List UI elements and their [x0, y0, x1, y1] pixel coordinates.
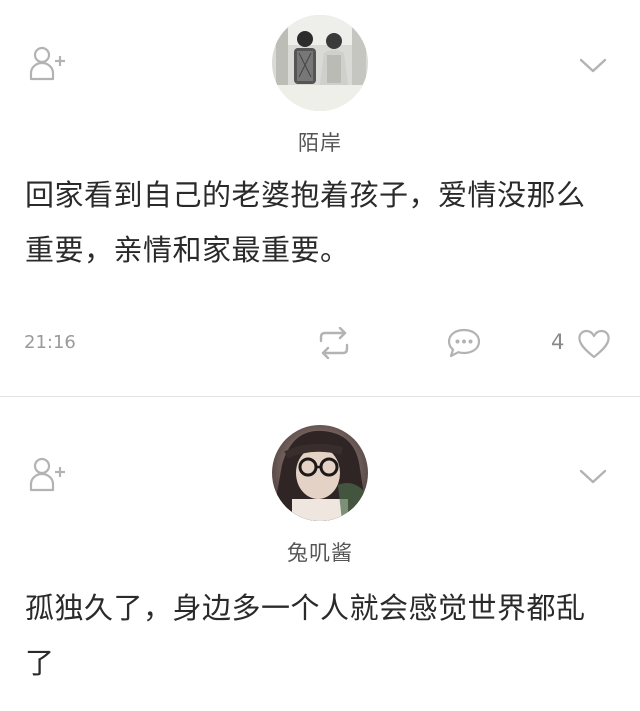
comment-icon: [447, 328, 481, 358]
content-line: 了: [25, 646, 55, 680]
add-user-icon: [29, 46, 65, 81]
add-user-icon: [29, 457, 65, 492]
post-content: 孤独久了，身边多一个人就会感觉世界都乱 了: [25, 581, 615, 691]
chevron-down-icon: [579, 469, 607, 484]
username[interactable]: 陌岸: [0, 127, 640, 157]
post-card: 陌岸 回家看到自己的老婆抱着孩子，爱情没那么 重要，亲情和家最重要。 21:16…: [0, 0, 640, 396]
comment-button[interactable]: [446, 327, 482, 359]
follow-user-button[interactable]: [28, 453, 68, 493]
username[interactable]: 兔叽酱: [0, 537, 640, 567]
repost-icon: [319, 327, 349, 359]
content-line: 孤独久了，身边多一个人就会感觉世界都乱: [25, 591, 586, 625]
avatar[interactable]: [272, 425, 368, 521]
more-options-button[interactable]: [578, 56, 608, 76]
more-options-button[interactable]: [578, 467, 608, 487]
chevron-down-icon: [579, 58, 607, 73]
like-count: 4: [551, 330, 565, 354]
follow-user-button[interactable]: [28, 42, 68, 82]
avatar[interactable]: [272, 15, 368, 111]
content-line: 重要，亲情和家最重要。: [25, 233, 350, 267]
post-card: 兔叽酱 孤独久了，身边多一个人就会感觉世界都乱 了: [0, 397, 640, 711]
repost-button[interactable]: [317, 327, 351, 359]
heart-icon: [578, 329, 610, 359]
post-content: 回家看到自己的老婆抱着孩子，爱情没那么 重要，亲情和家最重要。: [25, 168, 615, 278]
content-line: 回家看到自己的老婆抱着孩子，爱情没那么: [25, 178, 586, 212]
like-button[interactable]: [576, 328, 612, 360]
post-time: 21:16: [24, 332, 76, 353]
